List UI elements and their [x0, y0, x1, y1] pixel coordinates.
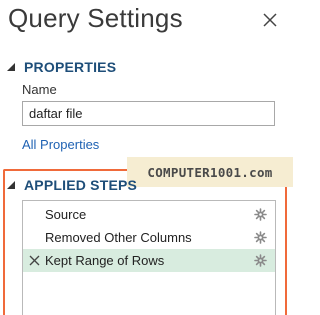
properties-heading: PROPERTIES — [24, 59, 117, 75]
collapse-triangle-icon — [7, 63, 15, 71]
step-removed-other-columns[interactable]: Removed Other Columns — [23, 226, 275, 249]
applied-steps-heading: APPLIED STEPS — [24, 177, 138, 193]
delete-step-icon[interactable] — [29, 255, 40, 266]
step-label: Source — [45, 207, 87, 222]
gear-icon[interactable] — [254, 208, 267, 221]
pane-title: Query Settings — [8, 3, 183, 33]
query-name-field[interactable] — [22, 101, 275, 126]
close-icon[interactable] — [262, 12, 278, 28]
query-settings-pane: Query Settings PROPERTIES Name All Prope… — [0, 0, 300, 315]
properties-section-header[interactable]: PROPERTIES — [6, 59, 116, 75]
applied-steps-section-header[interactable]: APPLIED STEPS — [6, 177, 137, 193]
step-kept-range-of-rows[interactable]: Kept Range of Rows — [23, 249, 275, 272]
step-label: Kept Range of Rows — [45, 253, 165, 268]
all-properties-link[interactable]: All Properties — [22, 137, 99, 152]
watermark: COMPUTER1001.com — [127, 157, 293, 187]
step-source[interactable]: Source — [23, 203, 275, 226]
gear-icon[interactable] — [254, 231, 267, 244]
step-label: Removed Other Columns — [45, 230, 192, 245]
collapse-triangle-icon — [7, 181, 15, 189]
name-label: Name — [22, 82, 57, 97]
applied-steps-list: Source Removed Other Columns Kept Range … — [22, 200, 276, 315]
gear-icon[interactable] — [254, 254, 267, 267]
